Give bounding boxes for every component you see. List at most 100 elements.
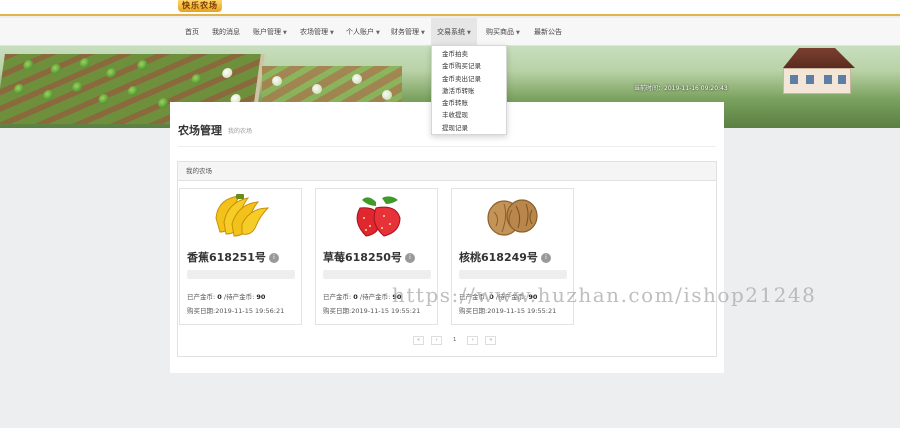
farm-card-name: 核桃618249号 (459, 251, 538, 264)
nav-item-personal[interactable]: 个人账户 ▼ (340, 18, 386, 46)
pending-label: /待产金币: (359, 293, 391, 301)
farm-card[interactable]: 香蕉618251号 i 已产金币: 0 /待产金币: 90 购买日期:2019-1… (179, 188, 302, 325)
cauliflower-icon (312, 84, 322, 94)
my-farm-box: 我的农场 香蕉618251号 i 已产金币: 0 /待产金币: 90 购买日期:2… (177, 161, 717, 357)
window-icon (806, 75, 814, 84)
nav-item-trading[interactable]: 交易系统 ▼ (431, 18, 477, 46)
date-value: 2019-11-15 19:56:21 (215, 307, 285, 315)
cauliflower-icon (352, 74, 362, 84)
cabbage-icon (127, 86, 139, 96)
info-icon[interactable]: i (268, 253, 279, 263)
nav-item-label: 首页 (185, 28, 199, 36)
nav-item-announcements[interactable]: 最新公告 (528, 18, 568, 46)
nav-item-label: 个人账户 (346, 28, 374, 36)
cabbage-icon (71, 82, 83, 92)
watermark-text: https://www.huzhan.com/ishop21248 (392, 283, 817, 307)
nav-item-label: 农场管理 (300, 28, 328, 36)
chevron-down-icon: ▼ (421, 30, 425, 36)
pagination: « ‹ 1 › » (413, 336, 498, 345)
nav-item-farm[interactable]: 农场管理 ▼ (294, 18, 340, 46)
menu-item-gold-buy-records[interactable]: 金币购买记录 (432, 60, 506, 72)
farm-card-title: 核桃618249号 i (459, 249, 551, 265)
produced-label: 已产金币: (187, 293, 216, 301)
cabbage-icon (42, 90, 54, 100)
divider (178, 146, 716, 147)
chevron-down-icon: ▼ (467, 30, 471, 36)
date-label: 购买日期: (323, 307, 352, 315)
pagination-prev[interactable]: ‹ (431, 336, 443, 345)
date-label: 购买日期: (459, 307, 488, 315)
box-header: 我的农场 (178, 162, 716, 181)
farm-card-title: 草莓618250号 i (323, 249, 415, 265)
info-icon[interactable]: i (540, 253, 551, 263)
cauliflower-icon (382, 90, 392, 100)
nav-item-label: 购买商品 (486, 28, 514, 36)
logo-text: 快乐农场 (182, 1, 218, 10)
pagination-next[interactable]: › (467, 336, 479, 345)
nav-item-shop[interactable]: 购买商品 ▼ (480, 18, 526, 46)
cabbage-icon (22, 60, 35, 70)
page-subtitle: 我的农场 (228, 128, 253, 135)
window-icon (824, 75, 832, 84)
produced-label: 已产金币: (323, 293, 352, 301)
date-label: 购买日期: (187, 307, 216, 315)
nav-item-label: 账户管理 (253, 28, 281, 36)
nav-item-messages[interactable]: 我的消息 (206, 18, 246, 46)
cabbage-icon (13, 84, 25, 94)
banana-icon (215, 194, 270, 237)
date-value: 2019-11-15 19:55:21 (487, 307, 557, 315)
content-panel: 农场管理 我的农场 我的农场 香蕉618251号 i 已产金币: 0 /待产金币:… (170, 102, 724, 373)
pagination-first[interactable]: « (413, 336, 424, 345)
house-icon (775, 48, 855, 94)
progress-bar (323, 270, 431, 279)
chevron-down-icon: ▼ (330, 30, 334, 36)
cauliflower-icon (272, 76, 282, 86)
menu-item-harvest-withdraw[interactable]: 丰收提现 (432, 109, 506, 121)
window-icon (790, 75, 798, 84)
site-logo[interactable]: 快乐农场 (178, 0, 222, 12)
nav-item-label: 我的消息 (212, 28, 240, 36)
pagination-last[interactable]: » (485, 336, 497, 345)
pending-value: 90 (256, 293, 266, 301)
farm-card-name: 香蕉618251号 (187, 251, 266, 264)
main-nav: 首页 我的消息 账户管理 ▼ 农场管理 ▼ 个人账户 ▼ 财务管理 ▼ 交易系统 ▼ 购买… (0, 18, 900, 46)
nav-item-label: 最新公告 (534, 28, 562, 36)
menu-item-gold-sell-records[interactable]: 金币卖出记录 (432, 73, 506, 85)
pending-label: /待产金币: (223, 293, 255, 301)
cabbage-icon (157, 98, 169, 108)
produced-value: 0 (217, 293, 222, 301)
pagination-current[interactable]: 1 (449, 336, 461, 345)
trading-dropdown-menu: 金币拍卖 金币购买记录 金币卖出记录 激活币转账 金币转账 丰收提现 提现记录 (431, 45, 507, 135)
cabbage-icon (105, 68, 117, 78)
cauliflower-icon (221, 68, 233, 78)
gold-stats: 已产金币: 0 /待产金币: 90 (323, 291, 401, 301)
date-value: 2019-11-15 19:55:21 (351, 307, 421, 315)
chevron-down-icon: ▼ (516, 30, 520, 36)
menu-item-withdraw-records[interactable]: 提现记录 (432, 122, 506, 134)
cabbage-icon (78, 58, 91, 68)
cabbage-icon (190, 74, 203, 84)
top-bar: 快乐农场 (0, 0, 900, 16)
nav-item-label: 交易系统 (437, 28, 465, 36)
walnut-icon (487, 199, 538, 236)
chevron-down-icon: ▼ (283, 30, 287, 36)
produced-value: 0 (353, 293, 358, 301)
page-title: 农场管理 (178, 124, 222, 137)
progress-bar (459, 270, 567, 279)
menu-item-gold-transfer[interactable]: 金币转账 (432, 97, 506, 109)
house-walls (783, 68, 851, 94)
nav-item-home[interactable]: 首页 (179, 18, 205, 46)
nav-item-label: 财务管理 (391, 28, 419, 36)
nav-item-account[interactable]: 账户管理 ▼ (247, 18, 293, 46)
chevron-down-icon: ▼ (376, 30, 380, 36)
cabbage-icon (136, 60, 149, 70)
server-time: 当前时间：2019-11-16 09:20:43 (634, 85, 728, 92)
purchase-date: 购买日期:2019-11-15 19:56:21 (187, 305, 284, 315)
nav-item-finance[interactable]: 财务管理 ▼ (385, 18, 431, 46)
gold-stats: 已产金币: 0 /待产金币: 90 (187, 291, 265, 301)
farm-card-name: 草莓618250号 (323, 251, 402, 264)
cabbage-icon (97, 94, 110, 104)
info-icon[interactable]: i (404, 253, 415, 263)
menu-item-gold-auction[interactable]: 金币拍卖 (432, 48, 506, 60)
menu-item-activation-transfer[interactable]: 激活币转账 (432, 85, 506, 97)
